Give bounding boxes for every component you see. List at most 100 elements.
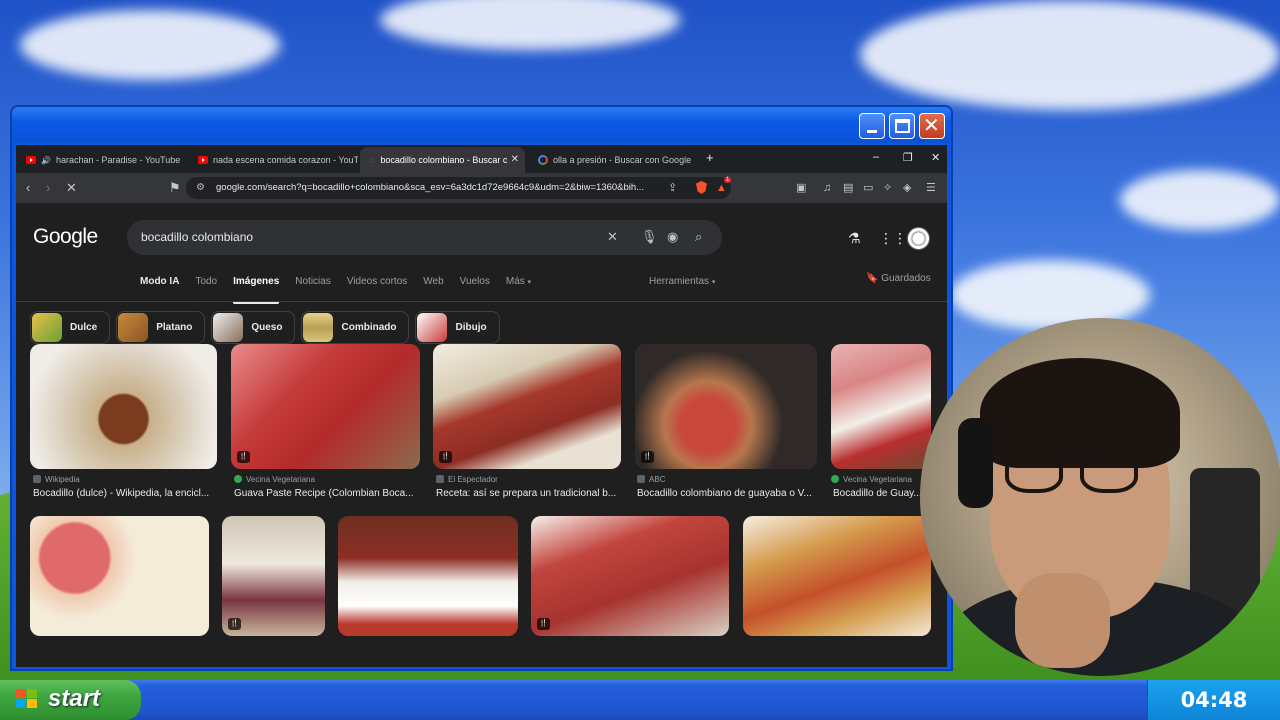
saved-button[interactable]: 🔖 Guardados bbox=[866, 273, 931, 284]
vpn-icon[interactable]: ◈ bbox=[903, 180, 911, 196]
tab-harachan[interactable]: 🔊 harachan - Paradise - YouTube bbox=[16, 147, 186, 173]
result-2-title[interactable]: Guava Paste Recipe (Colombian Boca... bbox=[234, 488, 420, 499]
recipe-icon: 🍴 bbox=[641, 451, 654, 463]
address-toolbar: ‹ › ✕ ⚑ ⚙ google.com/search?q=bocadillo+… bbox=[16, 173, 947, 203]
tab-vuelos[interactable]: Vuelos bbox=[460, 276, 490, 296]
recipe-icon: 🍴 bbox=[537, 618, 550, 630]
lens-camera-icon[interactable]: ◉ bbox=[667, 229, 678, 245]
result-3-source[interactable]: El Espectador bbox=[436, 475, 498, 484]
apps-grid-icon[interactable]: ⋮⋮ bbox=[879, 230, 907, 247]
start-button[interactable]: start bbox=[0, 680, 141, 720]
leo-ai-icon[interactable]: ✧ bbox=[883, 180, 892, 196]
tab-imagenes[interactable]: Imágenes bbox=[233, 276, 280, 304]
bookmark-icon[interactable]: ⚑ bbox=[169, 180, 181, 196]
bookmark-icon: 🔖 bbox=[866, 273, 879, 284]
chrome-close-icon[interactable]: ✕ bbox=[931, 151, 940, 164]
back-icon[interactable]: ‹ bbox=[26, 180, 30, 196]
search-input[interactable]: bocadillo colombiano ✕ 🎙 ◉ ⌕ bbox=[127, 220, 722, 255]
youtube-icon bbox=[26, 156, 36, 164]
chip-platano[interactable]: Platano bbox=[116, 311, 206, 344]
chip-dibujo[interactable]: Dibujo bbox=[415, 311, 500, 344]
windows-logo-icon bbox=[16, 689, 38, 709]
tab-strip: 🔊 harachan - Paradise - YouTube nada esc… bbox=[16, 145, 947, 173]
loading-icon: ◌ bbox=[370, 155, 376, 165]
maximize-button[interactable] bbox=[889, 113, 915, 139]
clear-search-icon[interactable]: ✕ bbox=[607, 229, 618, 245]
forward-icon[interactable]: › bbox=[46, 180, 50, 196]
site-favicon bbox=[637, 475, 645, 483]
google-icon bbox=[538, 155, 548, 165]
wallet-icon[interactable]: ▭ bbox=[863, 180, 873, 196]
google-images-page: Google bocadillo colombiano ✕ 🎙 ◉ ⌕ ⚗ ⋮⋮… bbox=[16, 203, 947, 667]
tab-todo[interactable]: Todo bbox=[195, 276, 217, 296]
youtube-icon bbox=[198, 156, 208, 164]
system-clock[interactable]: 04:48 bbox=[1147, 680, 1280, 720]
image-result-3[interactable]: 🍴 bbox=[433, 344, 621, 469]
tools-dropdown[interactable]: Herramientas ▾ bbox=[649, 276, 715, 287]
stop-loading-icon[interactable]: ✕ bbox=[66, 180, 77, 196]
divider bbox=[16, 301, 947, 302]
image-result-6[interactable] bbox=[30, 516, 209, 636]
chrome-browser: 🔊 harachan - Paradise - YouTube nada esc… bbox=[16, 145, 947, 667]
image-result-9[interactable]: 🍴 bbox=[531, 516, 729, 636]
result-5-title[interactable]: Bocadillo de Guay... bbox=[833, 488, 933, 499]
taskbar: start 04:48 bbox=[0, 680, 1280, 720]
result-1-source[interactable]: Wikipedia bbox=[33, 475, 80, 484]
chip-dulce[interactable]: Dulce bbox=[30, 311, 111, 344]
result-3-title[interactable]: Receta: así se prepara un tradicional b.… bbox=[436, 488, 622, 499]
account-avatar[interactable] bbox=[907, 227, 930, 250]
recipe-icon: 🍴 bbox=[228, 618, 241, 630]
rewards-badge: 1 bbox=[724, 177, 732, 183]
webcam-overlay bbox=[920, 318, 1280, 676]
tab-mas[interactable]: Más ▾ bbox=[506, 276, 531, 296]
image-result-7[interactable]: 🍴 bbox=[222, 516, 325, 636]
window-title-bar[interactable]: ✕ bbox=[12, 107, 951, 143]
labs-flask-icon[interactable]: ⚗ bbox=[848, 230, 861, 247]
chip-combinado[interactable]: Combinado bbox=[301, 311, 410, 344]
tab-modo-ia[interactable]: Modo IA bbox=[140, 276, 179, 296]
site-favicon bbox=[831, 475, 839, 483]
close-button[interactable]: ✕ bbox=[919, 113, 945, 139]
media-icon[interactable]: ♫ bbox=[823, 180, 831, 196]
wikipedia-icon bbox=[33, 475, 41, 483]
tab-videos-cortos[interactable]: Videos cortos bbox=[347, 276, 407, 296]
search-icon[interactable]: ⌕ bbox=[695, 229, 702, 245]
close-tab-icon[interactable]: ✕ bbox=[511, 154, 519, 165]
speaker-icon: 🔊 bbox=[41, 155, 51, 165]
minimize-button[interactable] bbox=[859, 113, 885, 139]
tab-bocadillo-active[interactable]: ◌ bocadillo colombiano - Buscar c ✕ bbox=[360, 147, 525, 173]
site-info-icon[interactable]: ⚙ bbox=[196, 177, 205, 199]
chip-queso[interactable]: Queso bbox=[211, 311, 296, 344]
menu-icon[interactable]: ☰ bbox=[926, 180, 936, 196]
result-1-title[interactable]: Bocadillo (dulce) - Wikipedia, la encicl… bbox=[33, 488, 219, 499]
chrome-minimize-icon[interactable]: – bbox=[873, 151, 879, 163]
result-4-title[interactable]: Bocadillo colombiano de guayaba o V... bbox=[637, 488, 817, 499]
result-5-source[interactable]: Vecina Vegetariana bbox=[831, 475, 912, 484]
sidebar-icon[interactable]: ▤ bbox=[843, 180, 853, 196]
recipe-icon: 🍴 bbox=[237, 451, 250, 463]
result-2-source[interactable]: Vecina Vegetariana bbox=[234, 475, 315, 484]
image-result-4[interactable]: 🍴 bbox=[635, 344, 817, 469]
image-result-2[interactable]: 🍴 bbox=[231, 344, 420, 469]
image-result-1[interactable] bbox=[30, 344, 217, 469]
tab-noticias[interactable]: Noticias bbox=[295, 276, 331, 296]
image-result-5[interactable] bbox=[831, 344, 931, 469]
share-icon[interactable]: ⇪ bbox=[668, 180, 677, 196]
google-logo[interactable]: Google bbox=[33, 225, 98, 249]
tab-web[interactable]: Web bbox=[423, 276, 443, 296]
refinement-chips: Dulce Platano Queso Combinado Dibujo bbox=[30, 311, 500, 344]
search-nav-tabs: Modo IA Todo Imágenes Noticias Videos co… bbox=[140, 276, 547, 304]
tab-olla-presion[interactable]: olla a presión - Buscar con Google bbox=[528, 147, 698, 173]
caret-down-icon: ▾ bbox=[711, 279, 716, 286]
image-result-8[interactable] bbox=[338, 516, 518, 636]
recipe-icon: 🍴 bbox=[439, 451, 452, 463]
microphone-icon[interactable]: 🎙 bbox=[641, 229, 658, 245]
chrome-restore-icon[interactable]: ❐ bbox=[903, 151, 913, 164]
new-tab-button[interactable]: + bbox=[706, 150, 714, 165]
screenshot-icon[interactable]: ▣ bbox=[796, 180, 806, 196]
tab-nada-escena[interactable]: nada escena comida corazon - YouTu bbox=[188, 147, 358, 173]
image-result-10[interactable] bbox=[743, 516, 931, 636]
site-favicon bbox=[436, 475, 444, 483]
result-4-source[interactable]: ABC bbox=[637, 475, 665, 484]
address-bar[interactable]: ⚙ google.com/search?q=bocadillo+colombia… bbox=[186, 177, 731, 199]
